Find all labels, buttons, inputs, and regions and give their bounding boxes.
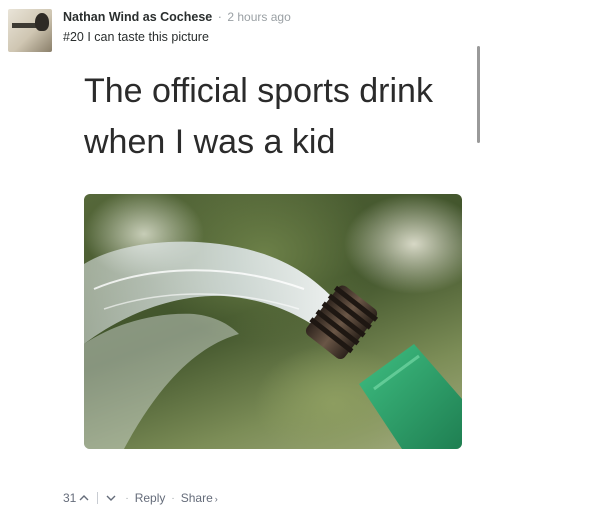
author-name[interactable]: Nathan Wind as Cochese — [63, 10, 212, 24]
vote-count: 31 — [63, 491, 77, 505]
downvote-button[interactable] — [103, 491, 119, 505]
meta-separator: · — [217, 10, 222, 24]
water-stream-lower — [84, 313, 239, 449]
comment-text: #20 I can taste this picture — [63, 30, 209, 44]
scrollbar[interactable] — [477, 46, 480, 143]
hose-illustration — [84, 241, 462, 449]
bullet-separator: · — [171, 492, 175, 504]
chevron-down-icon — [106, 495, 116, 501]
vote-divider — [97, 492, 99, 504]
comment-actions: 31 · Reply · Share › — [63, 491, 218, 505]
avatar[interactable] — [8, 9, 52, 52]
share-button[interactable]: Share › — [181, 491, 218, 505]
green-hose — [359, 344, 462, 449]
avatar-figure — [35, 13, 49, 31]
meme-caption-line-2: when I was a kid — [84, 123, 336, 161]
timestamp[interactable]: 2 hours ago — [227, 10, 290, 24]
comment-header: Nathan Wind as Cochese · 2 hours ago — [63, 9, 291, 25]
bullet-separator: · — [125, 492, 129, 504]
meme-caption: The official sports drink when I was a k… — [84, 66, 433, 168]
meme-caption-line-1: The official sports drink — [84, 72, 433, 110]
chevron-up-icon — [79, 495, 89, 501]
meme-image — [84, 194, 462, 449]
reply-button[interactable]: Reply — [135, 491, 166, 505]
chevron-right-icon: › — [214, 494, 218, 504]
share-label: Share — [180, 491, 213, 505]
upvote-button[interactable] — [76, 491, 92, 505]
